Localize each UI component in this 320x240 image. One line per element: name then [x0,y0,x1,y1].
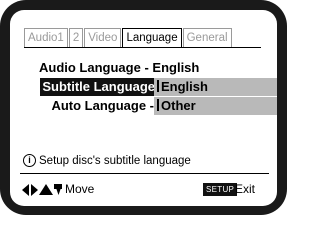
footer-divider [20,173,269,174]
setup-button[interactable]: SETUP [203,183,238,196]
arrow-up-icon [39,184,53,195]
move-label: Move [65,182,95,196]
setting-label-auto-language: Auto Language - [51,98,154,113]
tv-screen: Audio1 2 Video Language General Audio La… [10,10,277,206]
help-line: i Setup disc's subtitle language [23,154,191,167]
cursor-caret-icon [157,99,159,111]
tab-general[interactable]: General [182,28,232,47]
setting-row-subtitle-language[interactable]: Subtitle Language English [30,78,277,97]
tab-language[interactable]: Language [122,28,182,47]
setting-value-audio-language: English [152,60,200,75]
arrow-keys-icon [22,184,62,196]
setting-value-box-auto[interactable]: Other [154,97,277,115]
setting-label-subtitle-language: Subtitle Language [40,78,159,96]
arrow-keys [22,184,62,196]
setting-value-box-subtitle[interactable]: English [154,78,277,96]
setting-label-audio-language: Audio Language - English [39,60,200,75]
tab-audio2[interactable]: 2 [68,28,84,47]
help-text: Setup disc's subtitle language [39,154,191,167]
setting-row-auto-language[interactable]: Auto Language - Other [30,97,277,116]
setting-row-audio-language[interactable]: Audio Language - English [30,59,277,78]
setting-value-subtitle-language: English [161,79,208,94]
tab-divider [24,47,261,48]
exit-label: Exit [235,182,256,196]
tab-audio1[interactable]: Audio1 [24,28,68,47]
tab-video[interactable]: Video [84,28,122,47]
cursor-caret-icon [157,80,159,92]
arrow-right-icon [31,184,38,196]
arrow-left-icon [22,184,29,196]
tab-bar: Audio1 2 Video Language General [24,28,233,48]
info-icon: i [23,154,36,167]
setting-value-auto-language: Other [161,98,196,113]
settings-list: Audio Language - English Subtitle Langua… [30,59,277,116]
footer: Move SETUP Exit [22,182,267,198]
